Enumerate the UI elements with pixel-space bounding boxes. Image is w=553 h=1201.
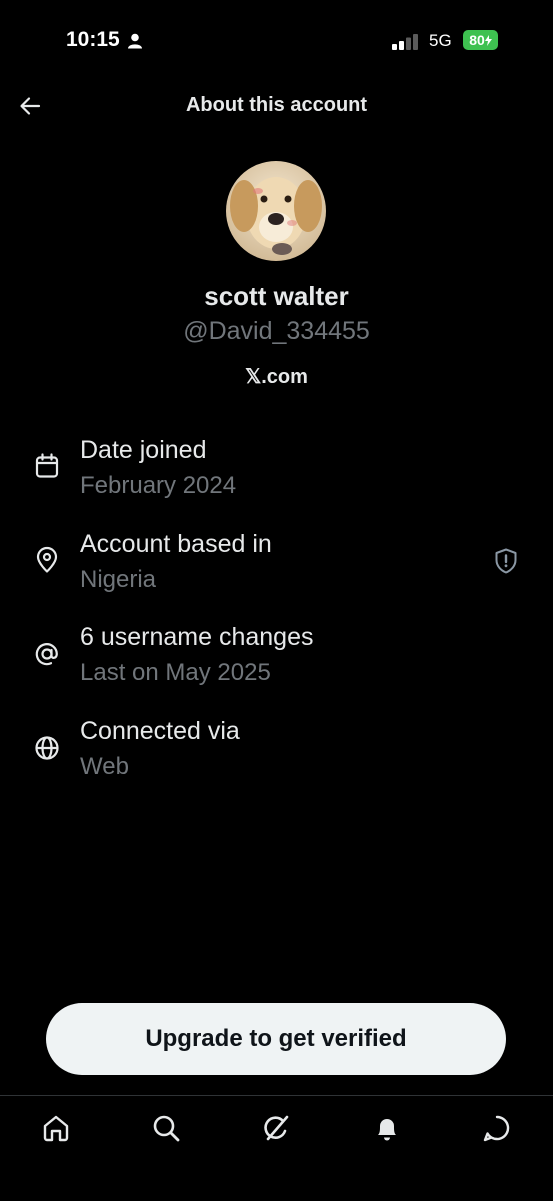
battery-level: 80 (469, 32, 485, 48)
globe-icon (35, 736, 59, 760)
battery-indicator: 80 (463, 30, 498, 50)
status-time: 10:15 (66, 28, 120, 51)
grok-icon[interactable] (260, 1112, 292, 1144)
person-icon (128, 33, 142, 49)
date-joined-title: Date joined (80, 436, 207, 464)
location-pin-icon (36, 546, 58, 573)
page-title: About this account (185, 94, 368, 116)
charging-bolt-icon (484, 34, 492, 46)
bottom-tab-bar (0, 1095, 553, 1201)
avatar-image (226, 161, 326, 261)
date-joined-value: February 2024 (80, 472, 237, 499)
shield-alert-icon[interactable] (494, 548, 518, 574)
avatar[interactable] (226, 161, 326, 261)
connected-via-value: Web (80, 753, 129, 780)
messages-icon[interactable] (481, 1112, 513, 1144)
at-sign-icon (35, 643, 58, 666)
username-changes-title: 6 username changes (80, 623, 314, 651)
site-label: 𝕏.com (245, 366, 308, 388)
username-changes-value: Last on May 2025 (80, 659, 271, 686)
connected-via-title: Connected via (80, 717, 240, 745)
network-type: 5G (429, 31, 452, 50)
upgrade-verified-button[interactable]: Upgrade to get verified (46, 1003, 506, 1075)
notifications-icon[interactable] (371, 1112, 403, 1144)
search-icon[interactable] (150, 1112, 182, 1144)
username-handle: @David_334455 (183, 317, 370, 345)
account-based-value: Nigeria (80, 566, 157, 593)
account-based-title: Account based in (80, 530, 272, 558)
display-name: scott walter (204, 281, 349, 311)
home-icon[interactable] (40, 1112, 72, 1144)
calendar-icon (35, 453, 59, 478)
signal-strength-icon (392, 34, 418, 50)
